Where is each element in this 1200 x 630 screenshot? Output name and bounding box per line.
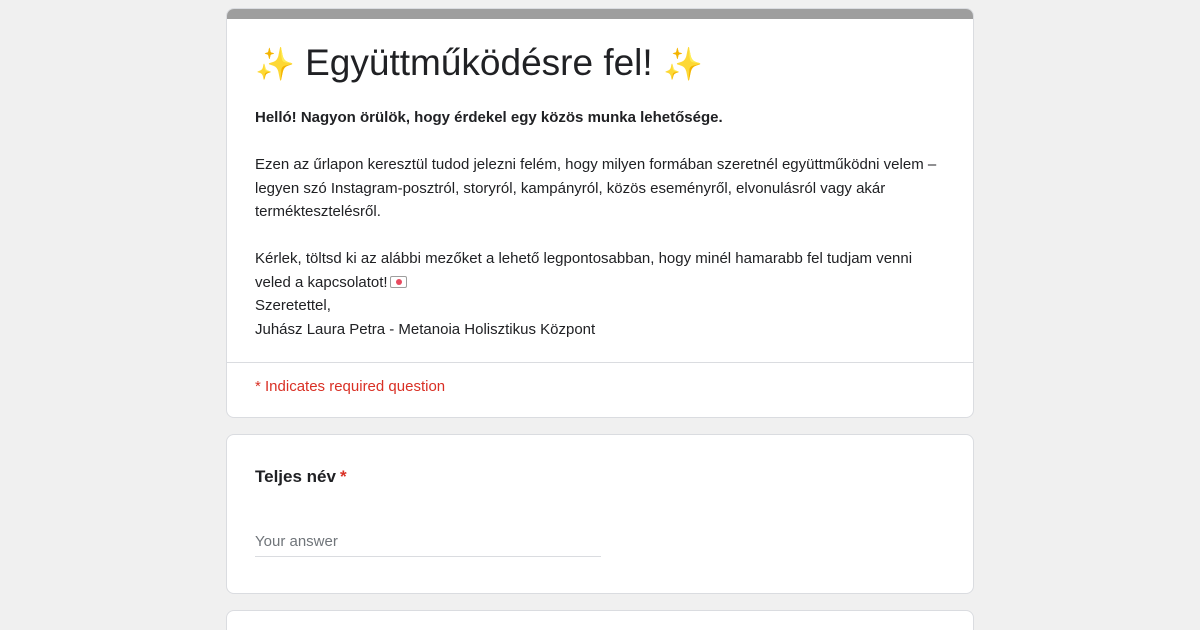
question-title: Teljes név * bbox=[255, 467, 347, 487]
question-card-full-name: Teljes név * bbox=[226, 434, 974, 594]
form-header-card: ✨ Együttműködésre fel! ✨ Helló! Nagyon ö… bbox=[226, 8, 974, 418]
header-accent-bar bbox=[227, 9, 973, 19]
required-question-note: * Indicates required question bbox=[255, 378, 446, 395]
form-description: Helló! Nagyon örülök, hogy érdekel egy k… bbox=[255, 106, 945, 341]
form-title: ✨ Együttműködésre fel! ✨ bbox=[255, 41, 945, 86]
form-title-text: Együttműködésre fel! bbox=[305, 42, 653, 83]
question-label: Teljes név bbox=[255, 467, 336, 486]
sparkles-icon: ✨ bbox=[255, 45, 295, 83]
sparkles-icon: ✨ bbox=[662, 45, 703, 83]
description-paragraph-1: Ezen az űrlapon keresztül tudod jelezni … bbox=[255, 156, 937, 220]
description-lead: Helló! Nagyon örülök, hogy érdekel egy k… bbox=[255, 109, 723, 126]
description-paragraph-2-text: Kérlek, töltsd ki az alábbi mezőket a le… bbox=[255, 250, 913, 291]
description-closing: Szeretettel, bbox=[255, 297, 331, 314]
next-question-card bbox=[226, 610, 974, 630]
required-asterisk: * bbox=[339, 467, 347, 486]
description-paragraph-2: Kérlek, töltsd ki az alábbi mezőket a le… bbox=[255, 247, 945, 294]
form-page: ✨ Együttműködésre fel! ✨ Helló! Nagyon ö… bbox=[0, 0, 1200, 630]
description-signature: Juhász Laura Petra - Metanoia Holisztiku… bbox=[255, 320, 596, 338]
love-letter-icon bbox=[389, 275, 407, 288]
header-body: ✨ Együttműködésre fel! ✨ Helló! Nagyon ö… bbox=[227, 19, 973, 341]
header-divider bbox=[227, 362, 973, 363]
full-name-input[interactable] bbox=[255, 527, 601, 557]
